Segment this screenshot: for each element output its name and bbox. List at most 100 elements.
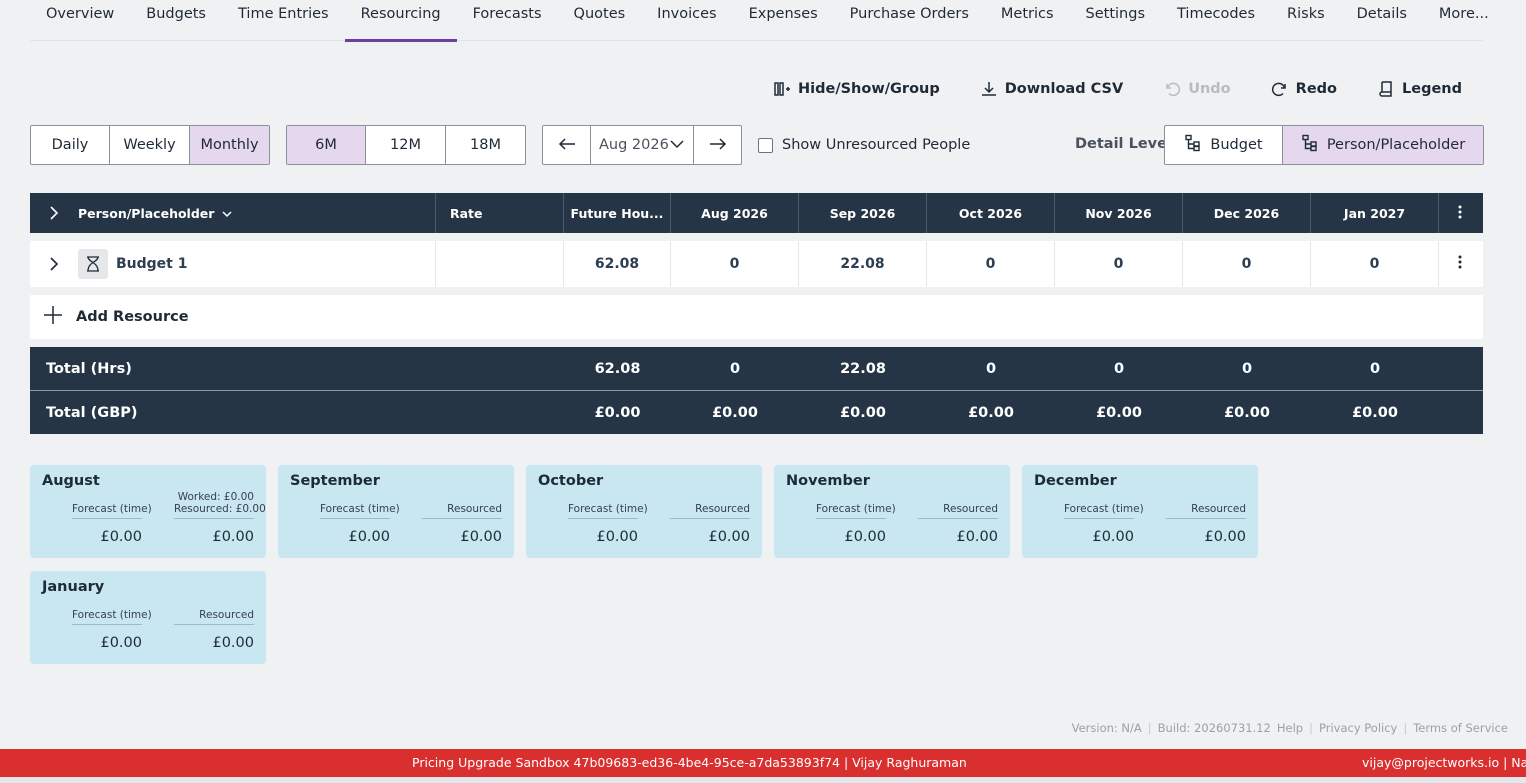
redo-button[interactable]: Redo: [1251, 78, 1357, 100]
detail-budget-option[interactable]: Budget: [1165, 126, 1283, 164]
tab-expenses[interactable]: Expenses: [733, 0, 834, 41]
tab-settings[interactable]: Settings: [1070, 0, 1161, 41]
month-column-header[interactable]: Sep 2026: [799, 193, 927, 233]
card-resourced-value: £0.00: [212, 529, 254, 545]
person-header-label: Person/Placeholder: [78, 205, 215, 221]
card-worked: Worked: £0.00: [177, 491, 254, 503]
month-column-header[interactable]: Aug 2026: [671, 193, 799, 233]
month-hours-cell[interactable]: 0: [1055, 241, 1183, 287]
undo-button[interactable]: Undo: [1143, 78, 1250, 100]
month-hours-cell[interactable]: 0: [1183, 241, 1311, 287]
tab-risks[interactable]: Risks: [1271, 0, 1341, 41]
budget-name[interactable]: Budget 1: [116, 256, 187, 272]
environment-banner-text: Pricing Upgrade Sandbox 47b09683-ed36-4b…: [412, 755, 967, 770]
help-link[interactable]: Help: [1277, 721, 1303, 735]
month-column-header[interactable]: Dec 2026: [1183, 193, 1311, 233]
tab-quotes[interactable]: Quotes: [558, 0, 642, 41]
tab-timecodes[interactable]: Timecodes: [1161, 0, 1271, 41]
total-month-cell: 0: [729, 360, 741, 377]
tab-invoices[interactable]: Invoices: [641, 0, 732, 41]
plus-icon: [42, 304, 64, 330]
total-month-cell: £0.00: [840, 404, 886, 421]
month-hours-cell[interactable]: 0: [671, 241, 799, 287]
card-forecast: Forecast (time) £0.00: [72, 609, 152, 651]
range-18m-option[interactable]: 18M: [446, 126, 525, 164]
privacy-link[interactable]: Privacy Policy: [1319, 721, 1397, 735]
monthly-option[interactable]: Monthly: [190, 126, 269, 164]
next-month-button[interactable]: [694, 126, 741, 164]
tab-metrics[interactable]: Metrics: [985, 0, 1070, 41]
tab-details[interactable]: Details: [1341, 0, 1423, 41]
environment-banner: Pricing Upgrade Sandbox 47b09683-ed36-4b…: [0, 749, 1526, 777]
tab-budgets[interactable]: Budgets: [130, 0, 222, 41]
hourglass-icon: [78, 249, 108, 279]
project-tabs: Overview Budgets Time Entries Resourcing…: [30, 0, 1489, 42]
tab-resourcing[interactable]: Resourcing: [344, 0, 457, 42]
hide-show-group-button[interactable]: Hide/Show/Group: [753, 78, 960, 100]
hide-show-group-label: Hide/Show/Group: [798, 81, 940, 97]
card-resourced-label: Resourced: [422, 503, 502, 519]
month-hours-cell[interactable]: 22.08: [799, 241, 927, 287]
month-hours-cell[interactable]: 0: [927, 241, 1055, 287]
month-summary-card: August Worked: £0.00 Forecast (time) £0.0…: [30, 465, 266, 558]
card-forecast-value: £0.00: [844, 529, 886, 545]
footer-separator: |: [1309, 721, 1313, 735]
redo-icon: [1271, 80, 1289, 98]
add-resource-button[interactable]: Add Resource: [30, 295, 1483, 339]
month-column-header[interactable]: Jan 2027: [1311, 193, 1439, 233]
rate-column-header[interactable]: Rate: [436, 193, 564, 233]
total-month-cell: £0.00: [1352, 404, 1398, 421]
add-resource-label: Add Resource: [76, 309, 189, 325]
footer-separator: |: [1147, 721, 1152, 735]
row-menu-button[interactable]: [1439, 241, 1481, 287]
card-resourced-value: £0.00: [1204, 529, 1246, 545]
range-12m-option[interactable]: 12M: [366, 126, 446, 164]
detail-person-option[interactable]: Person/Placeholder: [1283, 126, 1483, 164]
expand-all-icon[interactable]: [30, 206, 78, 220]
tab-time-entries[interactable]: Time Entries: [222, 0, 345, 41]
download-csv-label: Download CSV: [1004, 81, 1124, 97]
card-resourced: Resourced £0.00: [670, 503, 750, 545]
download-icon: [980, 80, 998, 98]
budget-name-cell: Budget 1: [30, 241, 436, 287]
show-unresourced-checkbox[interactable]: [758, 137, 773, 153]
month-select[interactable]: Aug 2026: [590, 126, 694, 164]
tab-more[interactable]: More...: [1423, 0, 1505, 41]
card-forecast: Forecast (time) £0.00: [1064, 503, 1144, 545]
expand-row-icon[interactable]: [30, 257, 78, 271]
book-icon: [1377, 80, 1395, 98]
month-column-header[interactable]: Nov 2026: [1055, 193, 1183, 233]
terms-link[interactable]: Terms of Service: [1413, 721, 1508, 735]
hierarchy-icon: [1184, 134, 1202, 156]
undo-icon: [1163, 80, 1181, 98]
undo-label: Undo: [1188, 81, 1231, 97]
kebab-icon: [1458, 205, 1462, 222]
person-column-header[interactable]: Person/Placeholder: [30, 193, 436, 233]
month-hours-cell[interactable]: 0: [1311, 241, 1439, 287]
detail-person-label: Person/Placeholder: [1326, 137, 1466, 153]
download-csv-button[interactable]: Download CSV: [960, 78, 1143, 100]
weekly-option[interactable]: Weekly: [110, 126, 190, 164]
environment-banner-user: vijay@projectworks.io | Nativ: [1362, 755, 1526, 770]
month-picker: Aug 2026: [542, 125, 742, 165]
tab-purchase-orders[interactable]: Purchase Orders: [834, 0, 985, 41]
card-resourced: Resourced £0.00: [918, 503, 998, 545]
card-month-title: January: [42, 579, 105, 595]
tab-overview[interactable]: Overview: [30, 0, 130, 41]
show-unresourced-toggle[interactable]: Show Unresourced People: [758, 137, 970, 153]
column-menu-button[interactable]: [1439, 193, 1481, 233]
card-resourced-value: £0.00: [956, 529, 998, 545]
legend-button[interactable]: Legend: [1357, 78, 1482, 100]
daily-option[interactable]: Daily: [31, 126, 110, 164]
total-month-cell: 0: [1369, 360, 1381, 377]
card-resourced: Resourced: £0.00 £0.00: [174, 503, 266, 545]
future-hours-column-header[interactable]: Future Hou...: [564, 193, 671, 233]
card-forecast-value: £0.00: [100, 529, 142, 545]
month-column-header[interactable]: Oct 2026: [927, 193, 1055, 233]
redo-label: Redo: [1295, 81, 1337, 97]
range-6m-option[interactable]: 6M: [287, 126, 366, 164]
previous-month-button[interactable]: [543, 126, 590, 164]
card-resourced-label: Resourced: [174, 609, 254, 625]
rate-cell[interactable]: [436, 241, 564, 287]
tab-forecasts[interactable]: Forecasts: [457, 0, 558, 41]
